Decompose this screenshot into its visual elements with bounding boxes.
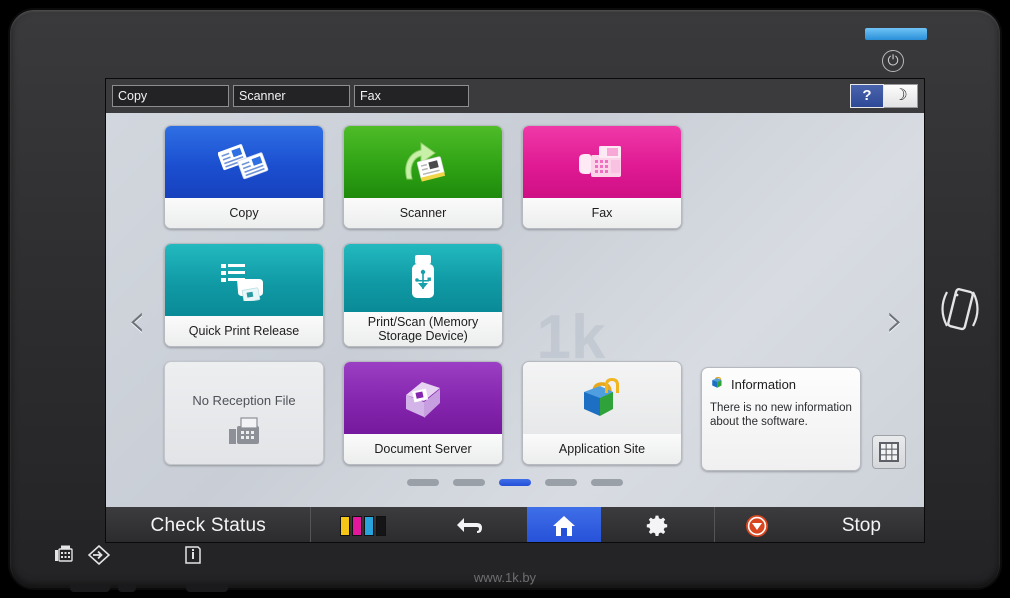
- nav-previous-page-arrow[interactable]: ‹: [120, 296, 154, 348]
- fax-machine-icon: [523, 126, 681, 198]
- tile-label: Application Site: [523, 434, 681, 464]
- fax-reception-icon: [226, 417, 262, 452]
- toner-bar-magenta: [352, 516, 362, 536]
- tile-label: Document Server: [344, 434, 502, 464]
- page-dot-active[interactable]: [499, 479, 531, 486]
- stop-button[interactable]: Stop: [799, 507, 924, 543]
- tile-document-server[interactable]: Document Server: [343, 361, 503, 465]
- tile-label: Fax: [523, 198, 681, 228]
- tile-scanner[interactable]: Scanner: [343, 125, 503, 229]
- app-grid-icon[interactable]: [872, 435, 906, 469]
- gear-icon[interactable]: [601, 507, 714, 543]
- nav-next-page-arrow[interactable]: ›: [878, 296, 912, 348]
- help-button[interactable]: ?: [850, 84, 884, 108]
- page-dot[interactable]: [591, 479, 623, 486]
- bottom-control-bar: Check Status: [106, 507, 924, 543]
- copy-documents-icon: [165, 126, 323, 198]
- shopping-bag-icon: [523, 362, 681, 434]
- nfc-mobile-icon: [935, 282, 985, 341]
- tile-label: No Reception File: [192, 393, 295, 408]
- page-dot[interactable]: [453, 479, 485, 486]
- chassis-lip-mid: [118, 584, 136, 592]
- shortcut-fax[interactable]: Fax: [354, 85, 469, 107]
- touchscreen-panel: Copy Scanner Fax ? ☽ 1k ‹ ›: [105, 78, 925, 543]
- power-icon[interactable]: ⏻: [882, 50, 904, 72]
- tile-label: Quick Print Release: [165, 316, 323, 346]
- tile-print-scan-memory-storage[interactable]: Print/Scan (Memory Storage Device): [343, 243, 503, 347]
- shortcut-scanner[interactable]: Scanner: [233, 85, 350, 107]
- stop-icon[interactable]: [715, 507, 799, 543]
- toner-bar-yellow: [340, 516, 350, 536]
- check-status-button[interactable]: Check Status: [106, 507, 311, 543]
- toner-level-indicator[interactable]: [311, 507, 414, 543]
- page-dot[interactable]: [407, 479, 439, 486]
- topbar-right-controls: ? ☽: [850, 84, 918, 108]
- chassis-lip-right: [186, 584, 228, 592]
- printer-device-chassis: ⏻ Copy Scanner Fax ? ☽ 1k ‹ ›: [8, 8, 1002, 590]
- toner-bar-cyan: [364, 516, 374, 536]
- status-led: [865, 28, 927, 40]
- top-shortcut-bar: Copy Scanner Fax ? ☽: [106, 79, 924, 113]
- information-title: Information: [731, 377, 796, 392]
- usb-drive-icon: [344, 244, 502, 312]
- data-in-indicator-icon: [88, 545, 110, 565]
- sleep-mode-button[interactable]: ☽: [884, 84, 918, 108]
- grid-empty-slot: [522, 243, 682, 347]
- document-server-icon: [344, 362, 502, 434]
- information-body: There is no new information about the so…: [710, 401, 852, 430]
- tile-label: Copy: [165, 198, 323, 228]
- tile-no-reception-file[interactable]: No Reception File: [164, 361, 324, 465]
- information-bag-icon: [710, 374, 726, 395]
- page-dot[interactable]: [545, 479, 577, 486]
- tile-label: Print/Scan (Memory Storage Device): [344, 312, 502, 346]
- quick-print-release-icon: [165, 244, 323, 316]
- tile-application-site[interactable]: Application Site: [522, 361, 682, 465]
- fax-indicator-icon: [54, 545, 74, 563]
- page-indicator-dots: [106, 479, 924, 486]
- info-indicator-icon: [184, 545, 202, 565]
- toner-bar-black: [376, 516, 386, 536]
- scanner-arrow-icon: [344, 126, 502, 198]
- tile-fax[interactable]: Fax: [522, 125, 682, 229]
- back-button[interactable]: [414, 507, 527, 543]
- home-workspace: 1k ‹ ›: [106, 113, 924, 507]
- information-widget[interactable]: Information There is no new information …: [701, 367, 861, 471]
- tile-quick-print-release[interactable]: Quick Print Release: [164, 243, 324, 347]
- tile-copy[interactable]: Copy: [164, 125, 324, 229]
- image-watermark: www.1k.by: [10, 570, 1000, 585]
- home-button[interactable]: [527, 507, 601, 543]
- tile-label: Scanner: [344, 198, 502, 228]
- information-header: Information: [710, 374, 852, 395]
- chassis-lip-left: [70, 584, 110, 592]
- shortcut-copy[interactable]: Copy: [112, 85, 229, 107]
